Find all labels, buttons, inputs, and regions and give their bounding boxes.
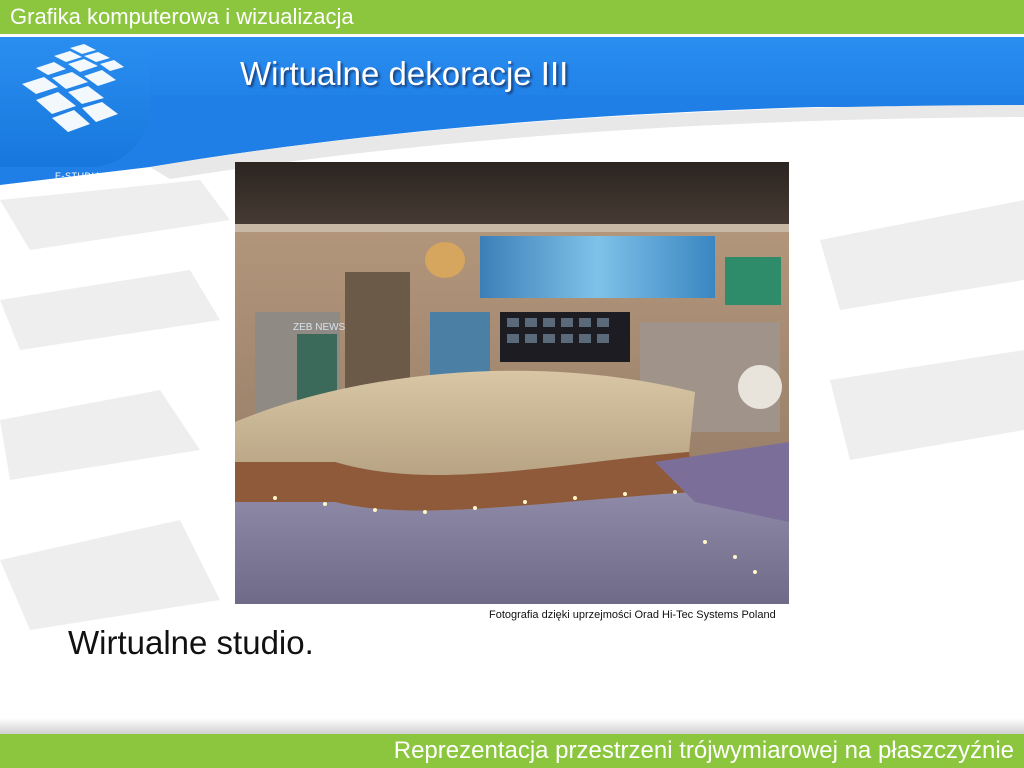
studio-image: ZEB NEWS bbox=[235, 162, 789, 604]
bullet-text: Wirtualne studio. bbox=[68, 624, 314, 661]
footer-shadow bbox=[0, 718, 1024, 734]
photo-sign-text: ZEB NEWS bbox=[293, 322, 346, 333]
footer-text: Reprezentacja przestrzeni trójwymiarowej… bbox=[393, 737, 1014, 764]
course-title: Grafika komputerowa i wizualizacja bbox=[10, 4, 354, 29]
logo-panel: E-STUDIA INFORMATYCZNE bbox=[0, 37, 150, 192]
e-studia-logo-icon bbox=[22, 44, 124, 132]
top-bar: Grafika komputerowa i wizualizacja bbox=[0, 0, 1024, 34]
virtual-studio-photo: ZEB NEWS bbox=[235, 162, 789, 604]
image-caption: Fotografia dzięki uprzejmości Orad Hi-Te… bbox=[489, 609, 776, 621]
slide-title: Wirtualne dekoracje III bbox=[240, 55, 569, 92]
footer-bar: Reprezentacja przestrzeni trójwymiarowej… bbox=[0, 734, 1024, 768]
